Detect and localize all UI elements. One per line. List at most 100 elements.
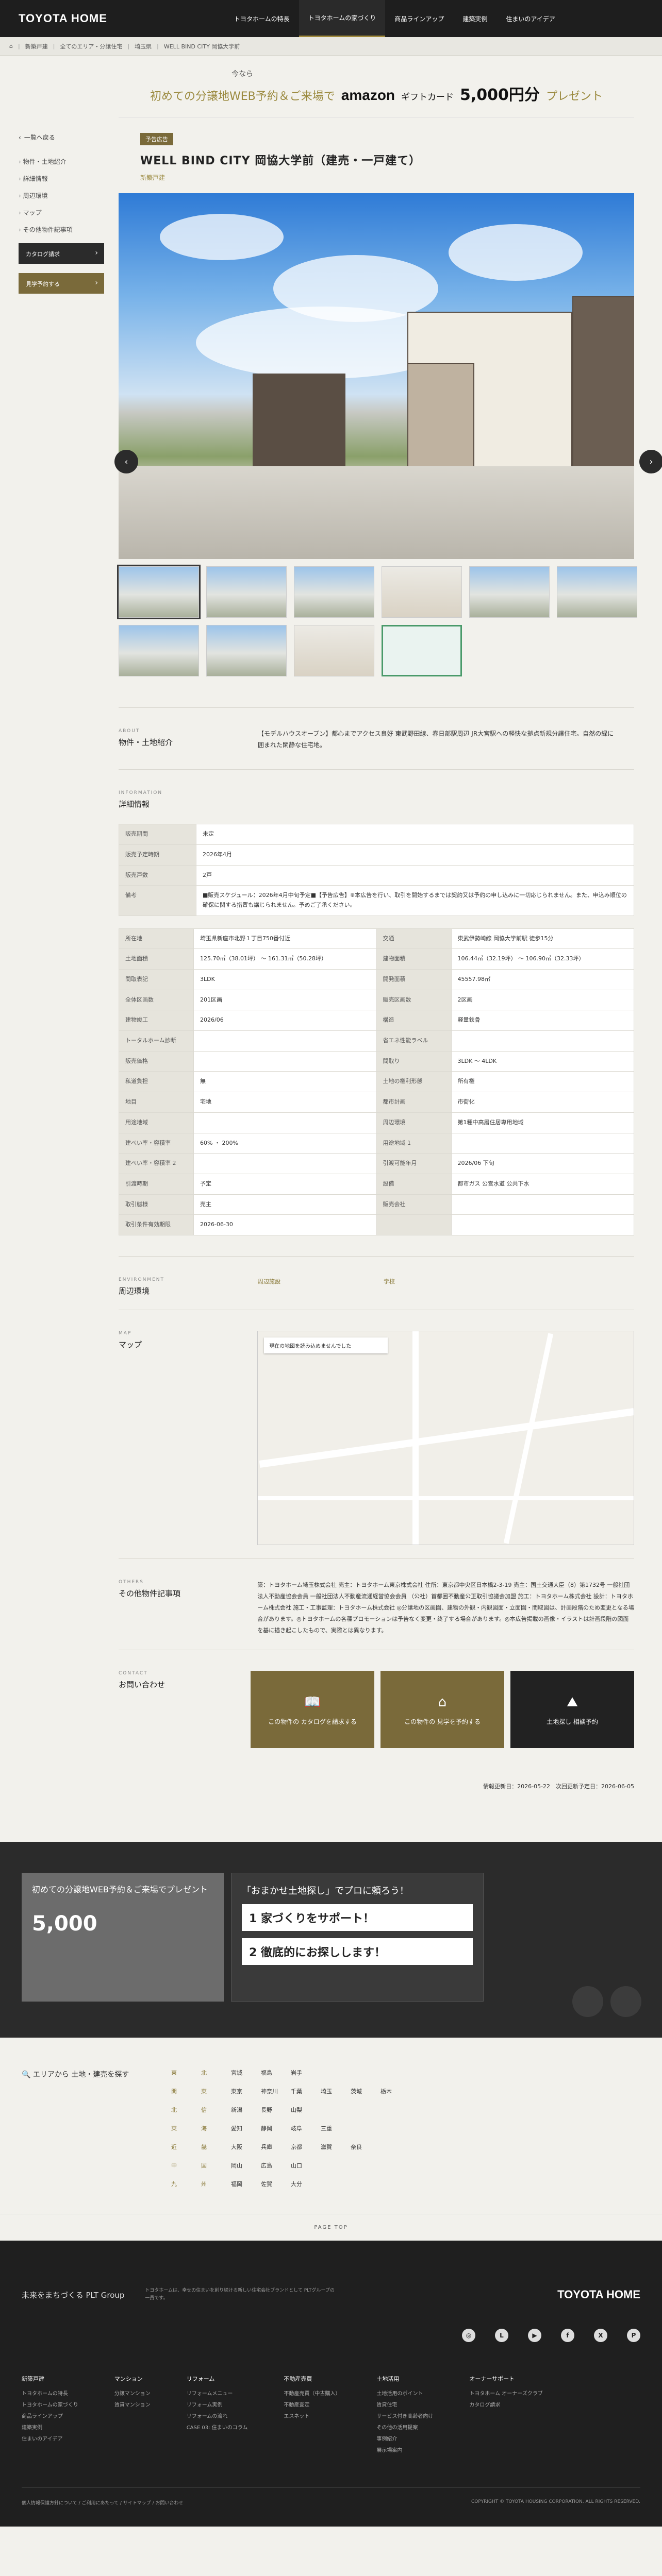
footer-link[interactable]: 不動産査定 [284, 2400, 340, 2411]
breadcrumb-new-house[interactable]: 新築戸建 [25, 42, 48, 50]
prefecture-link[interactable] [380, 2124, 410, 2132]
prefecture-link[interactable]: 宮城 [231, 2069, 261, 2077]
prefecture-link[interactable]: 山口 [291, 2161, 321, 2170]
footer-legal-links[interactable]: 個人情報保護方針について / ご利用にあたって / サイトマップ / お問い合わ… [22, 2499, 184, 2506]
thumbnail[interactable] [469, 566, 550, 618]
plt-logo[interactable]: 未来をまちづくる PLT Group [22, 2290, 124, 2300]
footer-column-heading[interactable]: リフォーム [187, 2373, 248, 2385]
next-banner-button[interactable] [610, 1986, 641, 2017]
footer-link[interactable]: カタログ請求 [469, 2400, 542, 2411]
footer-link[interactable]: 賃貸住宅 [376, 2400, 433, 2411]
footer-link[interactable]: 分譲マンション [114, 2388, 151, 2400]
prefecture-link[interactable] [351, 2180, 380, 2188]
footer-link[interactable]: リフォームの流れ [187, 2411, 248, 2422]
prefecture-link[interactable] [380, 2161, 410, 2170]
prev-banner-button[interactable] [572, 1986, 603, 2017]
footer-column-heading[interactable]: マンション [114, 2373, 151, 2385]
thumbnail[interactable] [557, 566, 637, 618]
breadcrumb-area[interactable]: 全てのエリア・分譲住宅 [60, 42, 122, 50]
footer-column-heading[interactable]: 不動産売買 [284, 2373, 340, 2385]
prefecture-link[interactable]: 新潟 [231, 2106, 261, 2114]
thumbnail[interactable] [117, 565, 201, 619]
side-item-other[interactable]: その他物件記事項 [19, 225, 119, 234]
thumbnail[interactable] [382, 566, 462, 618]
prefecture-link[interactable]: 東京 [231, 2087, 261, 2095]
footer-link[interactable]: 住まいのアイデア [22, 2434, 78, 2445]
pinterest-icon[interactable]: P [627, 2328, 640, 2342]
footer-link[interactable]: リフォームメニュー [187, 2388, 248, 2400]
nav-ideas[interactable]: 住まいのアイデア [496, 0, 564, 37]
prefecture-link[interactable]: 千葉 [291, 2087, 321, 2095]
footer-column-heading[interactable]: オーナーサポート [469, 2373, 542, 2385]
prefecture-link[interactable] [380, 2143, 410, 2151]
next-slide-button[interactable]: › [639, 450, 662, 473]
line-icon[interactable]: L [495, 2328, 508, 2342]
prefecture-link[interactable]: 岩手 [291, 2069, 321, 2077]
footer-link[interactable]: 土地活用のポイント [376, 2388, 433, 2400]
prefecture-link[interactable] [351, 2161, 380, 2170]
side-item-map[interactable]: マップ [19, 208, 119, 217]
visit-reserve-button[interactable]: 見学予約する [19, 273, 104, 294]
nav-examples[interactable]: 建築実例 [453, 0, 496, 37]
x-icon[interactable]: X [594, 2328, 607, 2342]
thumbnail[interactable] [206, 625, 287, 676]
prefecture-link[interactable] [380, 2106, 410, 2114]
prefecture-link[interactable]: 兵庫 [261, 2143, 291, 2151]
thumbnail[interactable] [119, 625, 199, 676]
page-top-button[interactable]: PAGE TOP [0, 2213, 662, 2241]
prefecture-link[interactable]: 京都 [291, 2143, 321, 2151]
prefecture-link[interactable] [351, 2106, 380, 2114]
campaign-banner[interactable]: 今なら 初めての分譲地WEB予約＆ご来場で amazon ギフトカード 5,00… [119, 56, 634, 117]
prefecture-link[interactable]: 神奈川 [261, 2087, 291, 2095]
back-to-list-link[interactable]: ‹ 一覧へ戻る [19, 133, 119, 142]
footer-link[interactable]: リフォーム実例 [187, 2400, 248, 2411]
prefecture-link[interactable]: 埼玉 [321, 2087, 351, 2095]
prefecture-link[interactable]: 愛知 [231, 2124, 261, 2132]
footer-column-heading[interactable]: 新築戸建 [22, 2373, 78, 2385]
facebook-icon[interactable]: f [561, 2328, 574, 2342]
prefecture-link[interactable]: 静岡 [261, 2124, 291, 2132]
web-reserve-banner[interactable]: 初めての分譲地WEB予約＆ご来場でプレゼント 5,000 [22, 1872, 224, 2002]
thumbnail[interactable] [206, 566, 287, 618]
prefecture-link[interactable] [351, 2069, 380, 2077]
prefecture-link[interactable] [380, 2069, 410, 2077]
nav-features[interactable]: トヨタホームの特長 [225, 0, 299, 37]
footer-link[interactable]: サービス付き高齢者向け [376, 2411, 433, 2422]
breadcrumb-saitama[interactable]: 埼玉県 [135, 42, 152, 50]
footer-link[interactable]: その他の活用提案 [376, 2422, 433, 2434]
thumbnail[interactable] [294, 566, 374, 618]
prefecture-link[interactable] [321, 2161, 351, 2170]
youtube-icon[interactable]: ▶ [528, 2328, 541, 2342]
prefecture-link[interactable]: 福島 [261, 2069, 291, 2077]
prefecture-link[interactable]: 大分 [291, 2180, 321, 2188]
home-icon[interactable]: ⌂ [9, 43, 13, 49]
prefecture-link[interactable]: 岡山 [231, 2161, 261, 2170]
footer-link[interactable]: トヨタホームの特長 [22, 2388, 78, 2400]
toyota-home-logo[interactable]: TOYOTA HOME [19, 12, 225, 25]
footer-link[interactable]: 商品ラインアップ [22, 2411, 78, 2422]
footer-link[interactable]: 不動産売買（中古購入） [284, 2388, 340, 2400]
land-consult-button[interactable]: ⛰ 土地探し 相談予約 [510, 1670, 634, 1748]
prefecture-link[interactable]: 栃木 [380, 2087, 410, 2095]
prefecture-link[interactable] [321, 2106, 351, 2114]
prefecture-link[interactable] [351, 2124, 380, 2132]
prefecture-link[interactable]: 大阪 [231, 2143, 261, 2151]
footer-link[interactable]: 賃貸マンション [114, 2400, 151, 2411]
footer-link[interactable]: CASE 03: 住まいのコラム [187, 2422, 248, 2434]
footer-link[interactable]: トヨタホーム オーナーズクラブ [469, 2388, 542, 2400]
instagram-icon[interactable]: ◎ [462, 2328, 475, 2342]
prefecture-link[interactable]: 長野 [261, 2106, 291, 2114]
footer-link[interactable]: 展示場案内 [376, 2445, 433, 2456]
prefecture-link[interactable] [380, 2180, 410, 2188]
catalog-request-button[interactable]: カタログ請求 [19, 243, 104, 264]
prefecture-link[interactable]: 奈良 [351, 2143, 380, 2151]
footer-link[interactable]: 事例紹介 [376, 2434, 433, 2445]
land-search-banner[interactable]: 「おまかせ土地探し」でプロに頼ろう！ 1 家づくりをサポート！ 2 徹底的にお探… [231, 1872, 484, 2002]
footer-logo[interactable]: TOYOTA HOME [557, 2288, 640, 2301]
prefecture-link[interactable]: 広島 [261, 2161, 291, 2170]
prefecture-link[interactable]: 三重 [321, 2124, 351, 2132]
property-visit-button[interactable]: ⌂ この物件の 見学を予約する [380, 1670, 504, 1748]
surround-facilities[interactable]: 周辺施設 [258, 1277, 280, 1296]
footer-link[interactable]: トヨタホームの家づくり [22, 2400, 78, 2411]
prefecture-link[interactable]: 茨城 [351, 2087, 380, 2095]
